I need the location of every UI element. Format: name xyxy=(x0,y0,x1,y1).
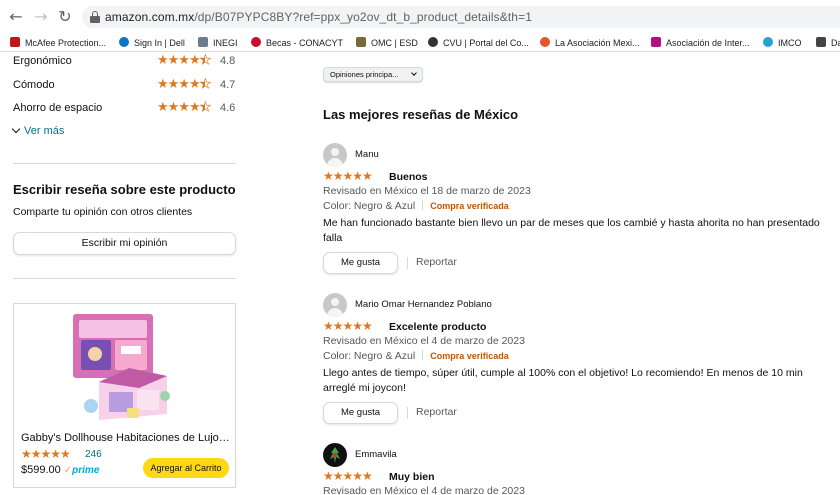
review-date: Revisado en México el 18 de marzo de 202… xyxy=(323,185,531,197)
bookmark-cvu[interactable]: CVU | Portal del Co... xyxy=(428,36,529,50)
conacyt-icon xyxy=(251,37,261,47)
url-text: amazon.com.mx/dp/B07PYPC8BY?ref=ppx_yo2o… xyxy=(105,10,532,24)
bookmark-asociacion-mexicana[interactable]: La Asociación Mexi... xyxy=(540,36,640,50)
back-arrow-icon[interactable]: ← xyxy=(6,7,26,27)
review-item: Mario Omar Hernandez Poblano ★★★★★ Excel… xyxy=(323,293,833,424)
chevron-down-icon xyxy=(411,70,417,76)
star-rating-icon[interactable]: ★★★★★ xyxy=(323,319,373,333)
verified-badge: Compra verificada xyxy=(430,201,509,211)
feature-label: Cómodo xyxy=(13,79,55,91)
bookmark-asociacion-internet[interactable]: Asociación de Inter... xyxy=(651,36,750,50)
rating-count-link[interactable]: 246 xyxy=(85,449,102,460)
product-price: $599.00 ✓prime xyxy=(21,464,100,476)
write-review-button[interactable]: Escribir mi opinión xyxy=(13,232,236,255)
chevron-down-icon xyxy=(11,124,21,134)
review-date: Revisado en México el 4 de marzo de 2023 xyxy=(323,335,525,347)
asociacion-icon xyxy=(540,37,550,47)
omc-icon xyxy=(356,37,366,47)
review-author[interactable]: Manu xyxy=(355,149,379,160)
review-title[interactable]: Excelente producto xyxy=(389,321,486,333)
bookmark-da[interactable]: Da xyxy=(816,36,840,50)
divider xyxy=(13,163,236,164)
mcafee-icon xyxy=(10,37,20,47)
review-body: Llego antes de tiempo, súper útil, cumpl… xyxy=(323,367,803,394)
feature-rating-row: Ergonómico ★★★★★ 4.8 xyxy=(13,52,238,70)
product-image[interactable] xyxy=(69,312,179,424)
review-item: Manu ★★★★★ Buenos Revisado en México el … xyxy=(323,143,833,274)
forward-arrow-icon[interactable]: → xyxy=(31,7,51,27)
feature-value: 4.6 xyxy=(220,102,236,114)
review-color: Color: Negro & Azul xyxy=(323,350,416,362)
bookmark-conacyt[interactable]: Becas - CONACYT xyxy=(251,36,343,50)
bookmarks-bar: McAfee Protection... Sign In | Dell INEG… xyxy=(0,34,840,52)
feature-value: 4.7 xyxy=(220,79,236,91)
feature-label: Ahorro de espacio xyxy=(13,102,103,114)
verified-badge: Compra verificada xyxy=(430,351,509,361)
imco-icon xyxy=(763,37,773,47)
divider xyxy=(13,278,236,279)
star-rating-icon: ★★★★★ xyxy=(157,52,212,70)
lock-icon xyxy=(90,11,100,23)
asociacion-internet-icon xyxy=(651,37,661,47)
inegi-icon xyxy=(198,37,208,47)
star-rating-icon: ★★★★★ xyxy=(157,76,212,94)
bookmark-omc[interactable]: OMC | ESD xyxy=(356,36,418,50)
feature-rating-row: Cómodo ★★★★★ 4.7 xyxy=(13,76,238,94)
ver-mas-link[interactable]: Ver más xyxy=(11,124,64,137)
feature-value: 4.8 xyxy=(220,55,236,67)
review-date: Revisado en México el 4 de marzo de 2023 xyxy=(323,485,525,495)
add-to-cart-button[interactable]: Agregar al Carrito xyxy=(143,458,229,478)
star-rating-icon: ★★★★★ xyxy=(21,447,71,461)
star-rating-icon[interactable]: ★★★★★ xyxy=(323,169,373,183)
star-rating-icon[interactable]: ★★★★★ xyxy=(323,469,373,483)
review-body: Me han funcionado bastante bien llevo un… xyxy=(323,217,820,244)
reviews-section-title: Las mejores reseñas de México xyxy=(323,107,519,122)
address-bar[interactable]: amazon.com.mx/dp/B07PYPC8BY?ref=ppx_yo2o… xyxy=(82,6,840,28)
cvu-icon xyxy=(428,37,438,47)
sponsored-product-title[interactable]: Gabby's Dollhouse Habitaciones de Lujo –… xyxy=(21,432,231,444)
review-actions: Me gusta Reportar xyxy=(323,402,623,424)
review-actions: Me gusta Reportar xyxy=(323,252,623,274)
review-meta: Color: Negro & Azul Compra verificada xyxy=(323,350,509,362)
avatar-image xyxy=(330,447,340,463)
bookmark-inegi[interactable]: INEGI xyxy=(198,36,238,50)
avatar xyxy=(323,443,347,467)
feature-rating-row: Ahorro de espacio ★★★★★ 4.6 xyxy=(13,99,238,117)
review-author[interactable]: Emmavila xyxy=(355,449,397,460)
bookmark-dell[interactable]: Sign In | Dell xyxy=(119,36,185,50)
review-title[interactable]: Muy bien xyxy=(389,471,435,483)
report-link[interactable]: Reportar xyxy=(416,256,457,268)
review-color: Color: Negro & Azul xyxy=(323,200,416,212)
bookmark-imco[interactable]: IMCO xyxy=(763,36,802,50)
write-review-title: Escribir reseña sobre este producto xyxy=(13,182,236,197)
sort-dropdown[interactable]: Opiniones principa... xyxy=(323,67,423,82)
browser-toolbar: ← → ↻ amazon.com.mx/dp/B07PYPC8BY?ref=pp… xyxy=(0,0,840,34)
prime-badge-icon: ✓prime xyxy=(63,465,100,476)
write-review-subtitle: Comparte tu opinión con otros clientes xyxy=(13,206,193,218)
avatar xyxy=(323,143,347,167)
star-rating-icon: ★★★★★ xyxy=(157,99,212,117)
reload-icon[interactable]: ↻ xyxy=(55,7,75,27)
review-meta: Color: Negro & Azul Compra verificada xyxy=(323,200,509,212)
review-item: Emmavila ★★★★★ Muy bien Revisado en Méxi… xyxy=(323,443,833,495)
dell-icon xyxy=(119,37,129,47)
helpful-button[interactable]: Me gusta xyxy=(323,252,398,274)
list-icon xyxy=(816,37,826,47)
review-title[interactable]: Buenos xyxy=(389,171,428,183)
review-author[interactable]: Mario Omar Hernandez Poblano xyxy=(355,299,492,310)
sponsored-product-card[interactable]: Gabby's Dollhouse Habitaciones de Lujo –… xyxy=(13,303,236,488)
avatar xyxy=(323,293,347,317)
report-link[interactable]: Reportar xyxy=(416,406,457,418)
feature-label: Ergonómico xyxy=(13,55,72,67)
bookmark-mcafee[interactable]: McAfee Protection... xyxy=(10,36,106,50)
helpful-button[interactable]: Me gusta xyxy=(323,402,398,424)
